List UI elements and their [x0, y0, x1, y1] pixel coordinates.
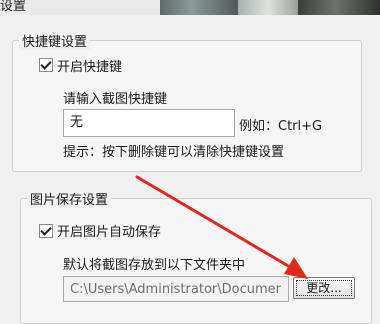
annotation-arrow-icon: [135, 175, 308, 279]
